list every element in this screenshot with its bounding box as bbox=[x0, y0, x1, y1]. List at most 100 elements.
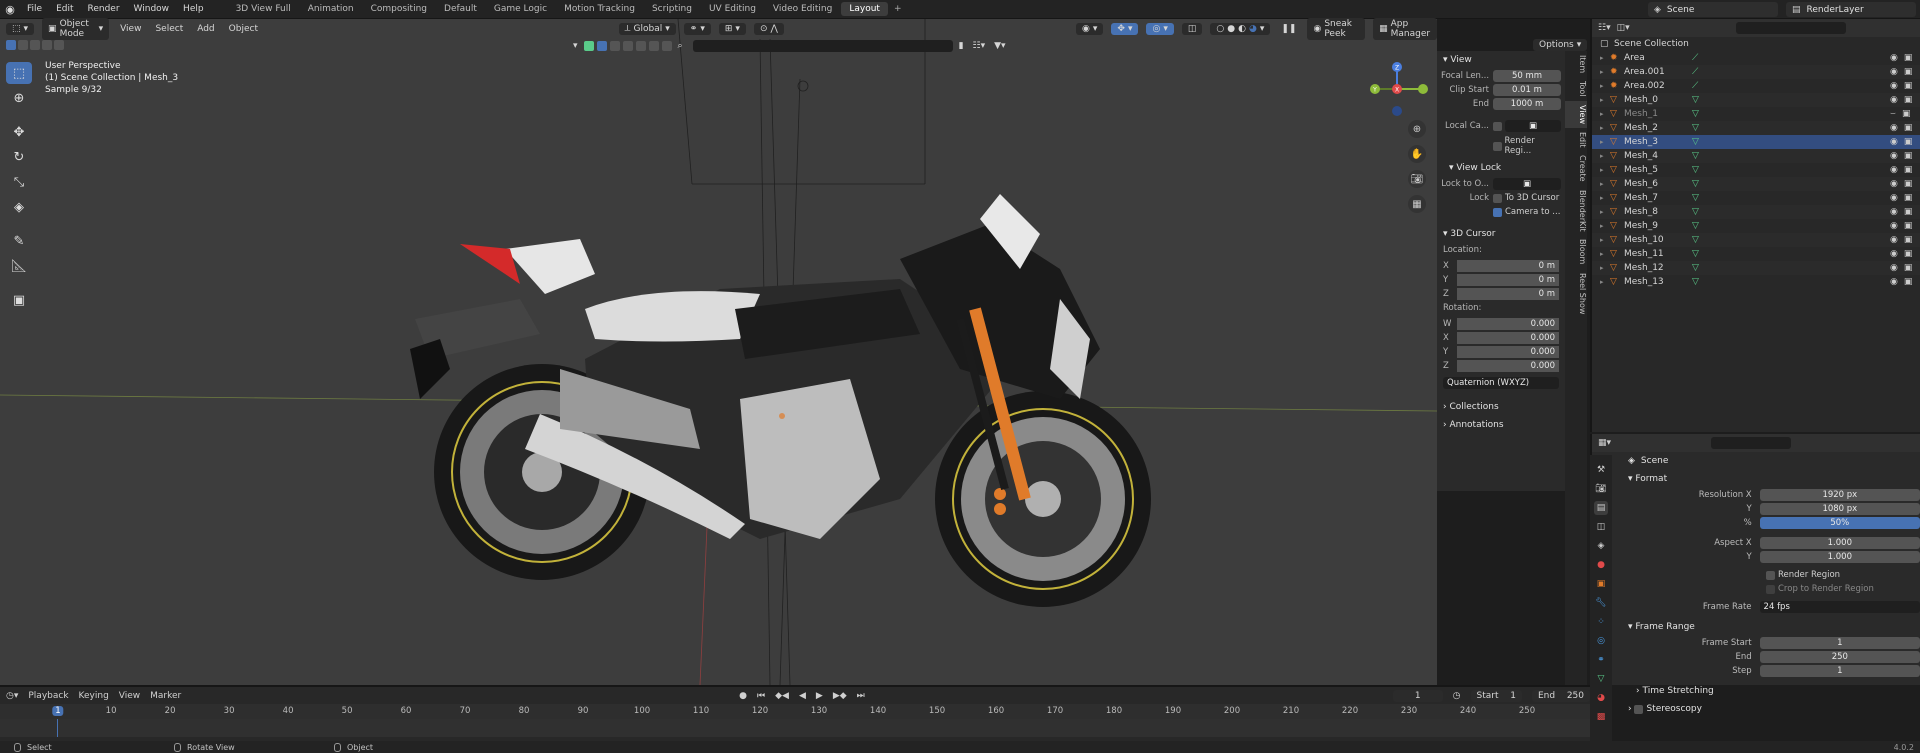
visibility-dropdown[interactable]: ◉ ▾ bbox=[1076, 22, 1104, 35]
pause-icon[interactable]: ❚❚ bbox=[1278, 24, 1299, 34]
outliner-item[interactable]: ▸ ▽ Mesh_1 ▽ ⌣ ▣ bbox=[1592, 107, 1920, 121]
tab-edit[interactable]: Edit bbox=[1565, 128, 1587, 152]
mesh-data-icon[interactable]: ▽ bbox=[1692, 151, 1699, 161]
eye-icon[interactable]: ◉ bbox=[1890, 67, 1898, 77]
outliner-root[interactable]: ▢ Scene Collection bbox=[1592, 37, 1920, 51]
local-camera-checkbox[interactable] bbox=[1493, 121, 1502, 131]
expand-arrow-icon[interactable]: ▸ bbox=[1600, 250, 1610, 258]
menu-edit[interactable]: Edit bbox=[49, 4, 80, 14]
app-manager-button[interactable]: ▦ App Manager bbox=[1373, 17, 1437, 40]
rot-w-field[interactable]: 0.000 bbox=[1457, 318, 1559, 330]
loc-y-field[interactable]: 0 m bbox=[1457, 274, 1559, 286]
mesh-data-icon[interactable]: ▽ bbox=[1692, 165, 1699, 175]
prev-key-icon[interactable]: ◆◀ bbox=[775, 691, 789, 701]
rotate-tool-icon[interactable]: ↻ bbox=[6, 146, 32, 168]
play-reverse-icon[interactable]: ◀ bbox=[799, 691, 806, 701]
timeline-ruler[interactable]: 1 10 20 30 40 50 60 70 80 90 100 110 120 130 140 150 160… bbox=[0, 704, 1590, 719]
mesh-data-icon[interactable]: ▽ bbox=[1692, 193, 1699, 203]
eye-icon[interactable]: ◉ bbox=[1890, 193, 1898, 203]
blender-logo-icon[interactable]: ◉ bbox=[0, 3, 20, 16]
outliner-item[interactable]: ▸ ▽ Mesh_2 ▽ ◉ ▣ bbox=[1592, 121, 1920, 135]
select-new-icon[interactable] bbox=[6, 40, 16, 50]
scene-selector[interactable]: ◈ Scene bbox=[1648, 2, 1778, 17]
rot-z-field[interactable]: 0.000 bbox=[1457, 360, 1559, 372]
viewport-search-input[interactable] bbox=[692, 39, 953, 52]
current-frame-marker[interactable]: 1 bbox=[52, 706, 64, 716]
annotate-tool-icon[interactable]: ✎ bbox=[6, 230, 32, 252]
menu-file[interactable]: File bbox=[20, 4, 49, 14]
light-data-icon[interactable]: ⟋ bbox=[1692, 81, 1698, 91]
select-box-tool-icon[interactable]: ⬚ bbox=[6, 62, 32, 84]
tab-motion-tracking[interactable]: Motion Tracking bbox=[556, 2, 643, 16]
eye-icon[interactable]: ◉ bbox=[1890, 249, 1898, 259]
mesh-data-icon[interactable]: ▽ bbox=[1692, 137, 1699, 147]
eye-icon[interactable]: ◉ bbox=[1890, 95, 1898, 105]
pan-hand-icon[interactable]: ✋ bbox=[1408, 145, 1426, 163]
cursor-tool-icon[interactable]: ⊕ bbox=[6, 87, 32, 109]
timeline-editor-icon[interactable]: ◷▾ bbox=[6, 691, 18, 701]
eye-icon[interactable]: ◉ bbox=[1890, 263, 1898, 273]
outliner-item[interactable]: ▸ ▽ Mesh_4 ▽ ◉ ▣ bbox=[1592, 149, 1920, 163]
res-y-field[interactable]: 1080 px bbox=[1759, 503, 1920, 515]
stereoscopy-checkbox[interactable] bbox=[1634, 704, 1644, 714]
mesh-data-icon[interactable]: ▽ bbox=[1692, 207, 1699, 217]
eye-icon[interactable]: ◉ bbox=[1890, 207, 1898, 217]
grid-view-icon[interactable]: ▦ bbox=[1408, 195, 1426, 213]
camera-render-icon[interactable]: ▣ bbox=[1904, 263, 1913, 273]
frame-rate-dropdown[interactable]: 24 fps bbox=[1759, 601, 1920, 613]
camera-render-icon[interactable]: ▣ bbox=[1904, 277, 1913, 287]
camera-render-icon[interactable]: ▣ bbox=[1904, 221, 1913, 231]
expand-arrow-icon[interactable]: ▸ bbox=[1600, 264, 1610, 272]
proportional-edit-button[interactable]: ⊙ ⋀ bbox=[753, 22, 784, 35]
camera-render-icon[interactable]: ▣ bbox=[1904, 81, 1913, 91]
viewport-menu-object[interactable]: Object bbox=[226, 24, 261, 34]
overlays-toggle[interactable]: ◎ ▾ bbox=[1146, 22, 1174, 35]
viewport-menu-add[interactable]: Add bbox=[194, 24, 217, 34]
menu-render[interactable]: Render bbox=[81, 4, 127, 14]
tab-animation[interactable]: Animation bbox=[300, 2, 362, 16]
viewport-menu-select[interactable]: Select bbox=[152, 24, 186, 34]
expand-arrow-icon[interactable]: ▸ bbox=[1600, 124, 1610, 132]
eye-icon[interactable]: ◉ bbox=[1890, 123, 1898, 133]
mesh-data-icon[interactable]: ▽ bbox=[1692, 249, 1699, 259]
res-pct-slider[interactable]: 50% bbox=[1759, 517, 1920, 529]
view-section-header[interactable]: ▾ View bbox=[1437, 51, 1565, 69]
light-data-icon[interactable]: ⟋ bbox=[1692, 53, 1698, 63]
expand-arrow-icon[interactable]: ▸ bbox=[1600, 138, 1610, 146]
end-frame-field[interactable]: End 250 bbox=[1531, 689, 1590, 702]
gizmo-toggle[interactable]: ✥ ▾ bbox=[1111, 22, 1139, 35]
local-camera-field[interactable]: ▣ bbox=[1505, 120, 1561, 132]
next-key-icon[interactable]: ▶◆ bbox=[833, 691, 847, 701]
expand-arrow-icon[interactable]: ▸ bbox=[1600, 278, 1610, 286]
outliner-editor-icon[interactable]: ☷▾ bbox=[1598, 23, 1611, 33]
camera-render-icon[interactable]: ▣ bbox=[1904, 193, 1913, 203]
mesh-data-icon[interactable]: ▽ bbox=[1692, 263, 1699, 273]
xray-toggle[interactable]: ◫ bbox=[1181, 22, 1203, 35]
world-tab-icon[interactable]: ● bbox=[1594, 558, 1608, 572]
camera-render-icon[interactable]: ▣ bbox=[1902, 109, 1911, 119]
mesh-data-icon[interactable]: ▽ bbox=[1692, 221, 1699, 231]
move-tool-icon[interactable]: ✥ bbox=[6, 121, 32, 143]
bookmark-icon[interactable]: ▮ bbox=[956, 41, 967, 51]
empty-filter-icon[interactable] bbox=[648, 40, 659, 51]
mesh-data-icon[interactable]: ▽ bbox=[1692, 109, 1699, 119]
editor-type-button[interactable]: ⬚ ▾ bbox=[6, 22, 35, 35]
aspect-y-field[interactable]: 1.000 bbox=[1759, 551, 1920, 563]
physics-tab-icon[interactable]: ◎ bbox=[1594, 634, 1608, 648]
frame-end-field[interactable]: 250 bbox=[1759, 651, 1920, 663]
expand-arrow-icon[interactable]: ▸ bbox=[1600, 54, 1610, 62]
camera-render-icon[interactable]: ▣ bbox=[1904, 95, 1913, 105]
rot-y-field[interactable]: 0.000 bbox=[1457, 346, 1559, 358]
outliner-item[interactable]: ▸ ✹ Area.002 ⟋ ◉ ▣ bbox=[1592, 79, 1920, 93]
stereoscopy-header[interactable]: › Stereoscopy bbox=[1618, 700, 1920, 718]
properties-editor-icon[interactable]: ▦▾ bbox=[1598, 438, 1611, 448]
menu-help[interactable]: Help bbox=[176, 4, 211, 14]
eye-icon[interactable]: ◉ bbox=[1890, 179, 1898, 189]
outliner-item[interactable]: ▸ ▽ Mesh_0 ▽ ◉ ▣ bbox=[1592, 93, 1920, 107]
chevron-down-icon[interactable]: ▾ bbox=[570, 41, 581, 51]
loc-z-field[interactable]: 0 m bbox=[1457, 288, 1559, 300]
constraints-tab-icon[interactable]: ⚭ bbox=[1594, 653, 1608, 667]
outliner-item[interactable]: ▸ ▽ Mesh_12 ▽ ◉ ▣ bbox=[1592, 261, 1920, 275]
camera-render-icon[interactable]: ▣ bbox=[1904, 249, 1913, 259]
tab-item[interactable]: Item bbox=[1565, 51, 1587, 77]
